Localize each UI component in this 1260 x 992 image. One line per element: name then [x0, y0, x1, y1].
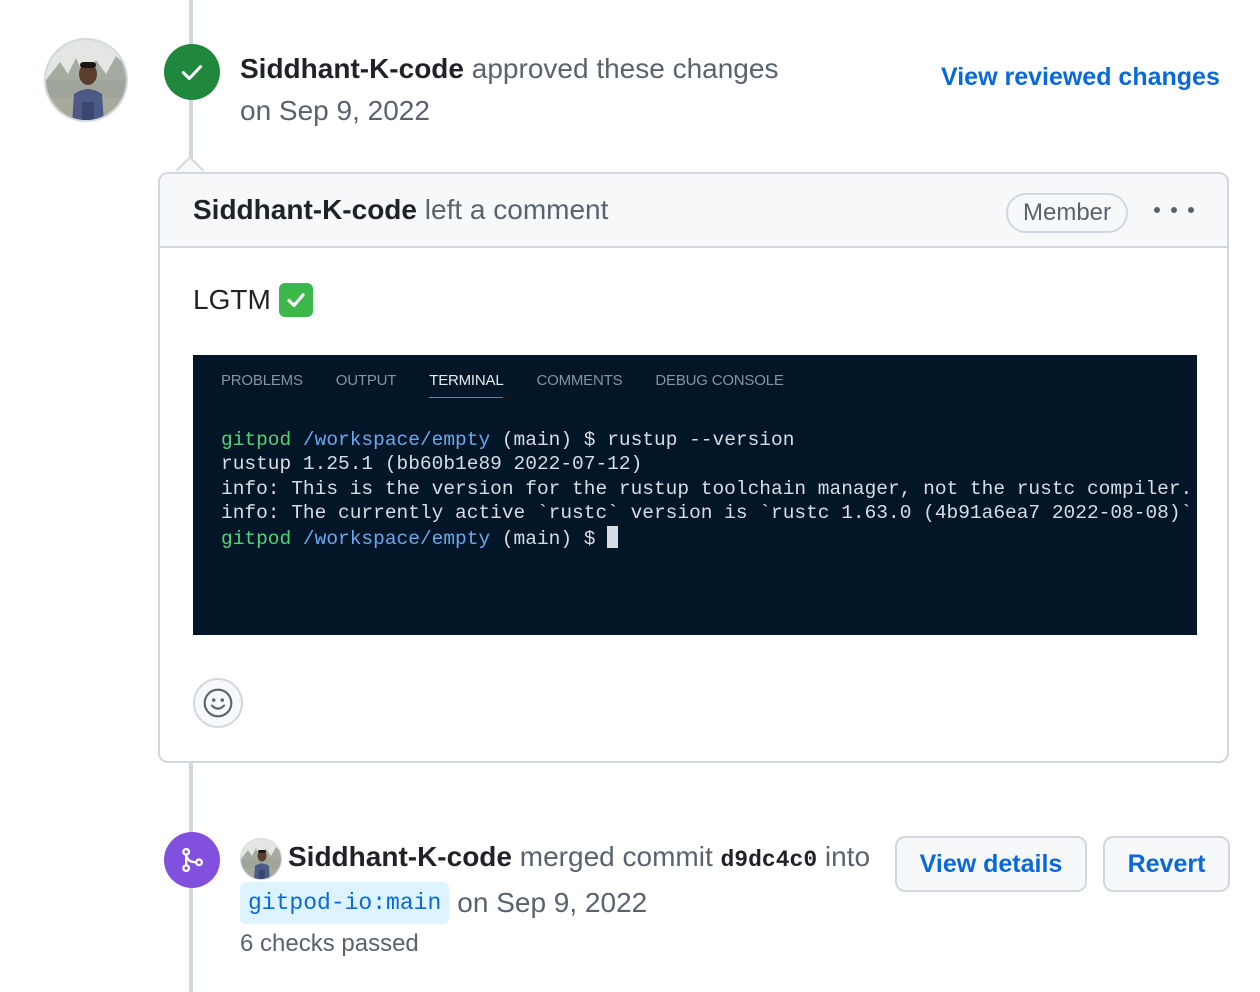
- terminal-line: info: The currently active `rustc` versi…: [221, 502, 1193, 525]
- terminal-output: gitpod /workspace/empty (main) $ rustup …: [221, 428, 1192, 551]
- review-action-text: approved these changes: [471, 53, 779, 84]
- prompt-branch: (main) $: [501, 527, 596, 550]
- terminal-tab-comments: COMMENTS: [536, 372, 623, 389]
- comment-options-kebab-icon[interactable]: [1154, 198, 1194, 222]
- merge-target: gitpod-io:main on Sep 9, 2022: [240, 882, 647, 924]
- comment-header-text: Siddhant-K-code left a comment: [193, 190, 608, 230]
- prompt-path: /workspace/empty: [302, 527, 491, 550]
- branch-name: main: [386, 890, 442, 916]
- prompt-user: gitpod: [221, 429, 292, 451]
- comment-body: LGTM: [193, 280, 313, 320]
- member-role-badge: Member: [1006, 193, 1129, 233]
- target-branch-chip[interactable]: gitpod-io:main: [240, 882, 450, 924]
- review-event-summary: Siddhant-K-code approved these changes: [240, 48, 778, 90]
- avatar-photo-icon: [241, 839, 281, 879]
- branch-separator: :: [372, 890, 387, 916]
- terminal-tabs: PROBLEMS OUTPUT TERMINAL COMMENTS DEBUG …: [221, 371, 817, 398]
- terminal-tab-problems: PROBLEMS: [221, 372, 303, 389]
- merge-into-text: into: [824, 841, 871, 872]
- merger-avatar[interactable]: [240, 838, 282, 880]
- terminal-screenshot: PROBLEMS OUTPUT TERMINAL COMMENTS DEBUG …: [193, 355, 1197, 635]
- terminal-cursor: [607, 525, 619, 548]
- terminal-tab-terminal: TERMINAL: [429, 371, 504, 398]
- terminal-line: rustup 1.25.1 (bb60b1e89 2022-07-12): [221, 453, 643, 476]
- revert-button[interactable]: Revert: [1103, 836, 1230, 892]
- comment-author-link[interactable]: Siddhant-K-code: [193, 194, 417, 225]
- merge-date[interactable]: on Sep 9, 2022: [457, 882, 647, 924]
- avatar-photo-icon: [46, 40, 126, 120]
- avatar[interactable]: [44, 38, 128, 122]
- comment-body-text: LGTM: [193, 284, 271, 315]
- merge-action-text: merged commit: [519, 841, 713, 872]
- white-check-mark-icon: [278, 283, 313, 317]
- review-date[interactable]: on Sep 9, 2022: [240, 90, 430, 132]
- review-author-link[interactable]: Siddhant-K-code: [240, 53, 464, 84]
- comment-header: Siddhant-K-code left a comment Member: [160, 174, 1227, 248]
- merger-author-link[interactable]: Siddhant-K-code: [288, 841, 512, 872]
- view-details-button[interactable]: View details: [895, 836, 1087, 892]
- terminal-line: gitpod /workspace/empty (main) $ rustup …: [221, 428, 1192, 452]
- prompt-branch: (main) $: [501, 429, 596, 451]
- terminal-line: info: This is the version for the rustup…: [221, 477, 1193, 500]
- comment-action-text: left a comment: [424, 194, 609, 225]
- prompt-path: /workspace/empty: [302, 429, 491, 451]
- branch-repo: gitpod-io: [248, 890, 373, 916]
- add-reaction-button[interactable]: [193, 678, 243, 728]
- commit-sha-link[interactable]: d9dc4c0: [721, 847, 818, 873]
- terminal-line: gitpod /workspace/empty (main) $: [221, 525, 1192, 551]
- checks-status-text: 6 checks passed: [240, 930, 419, 957]
- git-merge-icon: [164, 832, 220, 888]
- smiley-icon: [203, 688, 233, 718]
- review-comment: Siddhant-K-code left a comment Member LG…: [158, 172, 1229, 763]
- view-reviewed-changes-link[interactable]: View reviewed changes: [941, 60, 1220, 94]
- terminal-command: rustup --version: [607, 429, 795, 451]
- terminal-tab-output: OUTPUT: [335, 372, 397, 389]
- prompt-user: gitpod: [221, 527, 292, 550]
- terminal-tab-debug-console: DEBUG CONSOLE: [655, 372, 784, 389]
- approved-check-icon: [164, 44, 220, 100]
- merge-event-summary: Siddhant-K-code merged commit d9dc4c0 in…: [288, 836, 870, 881]
